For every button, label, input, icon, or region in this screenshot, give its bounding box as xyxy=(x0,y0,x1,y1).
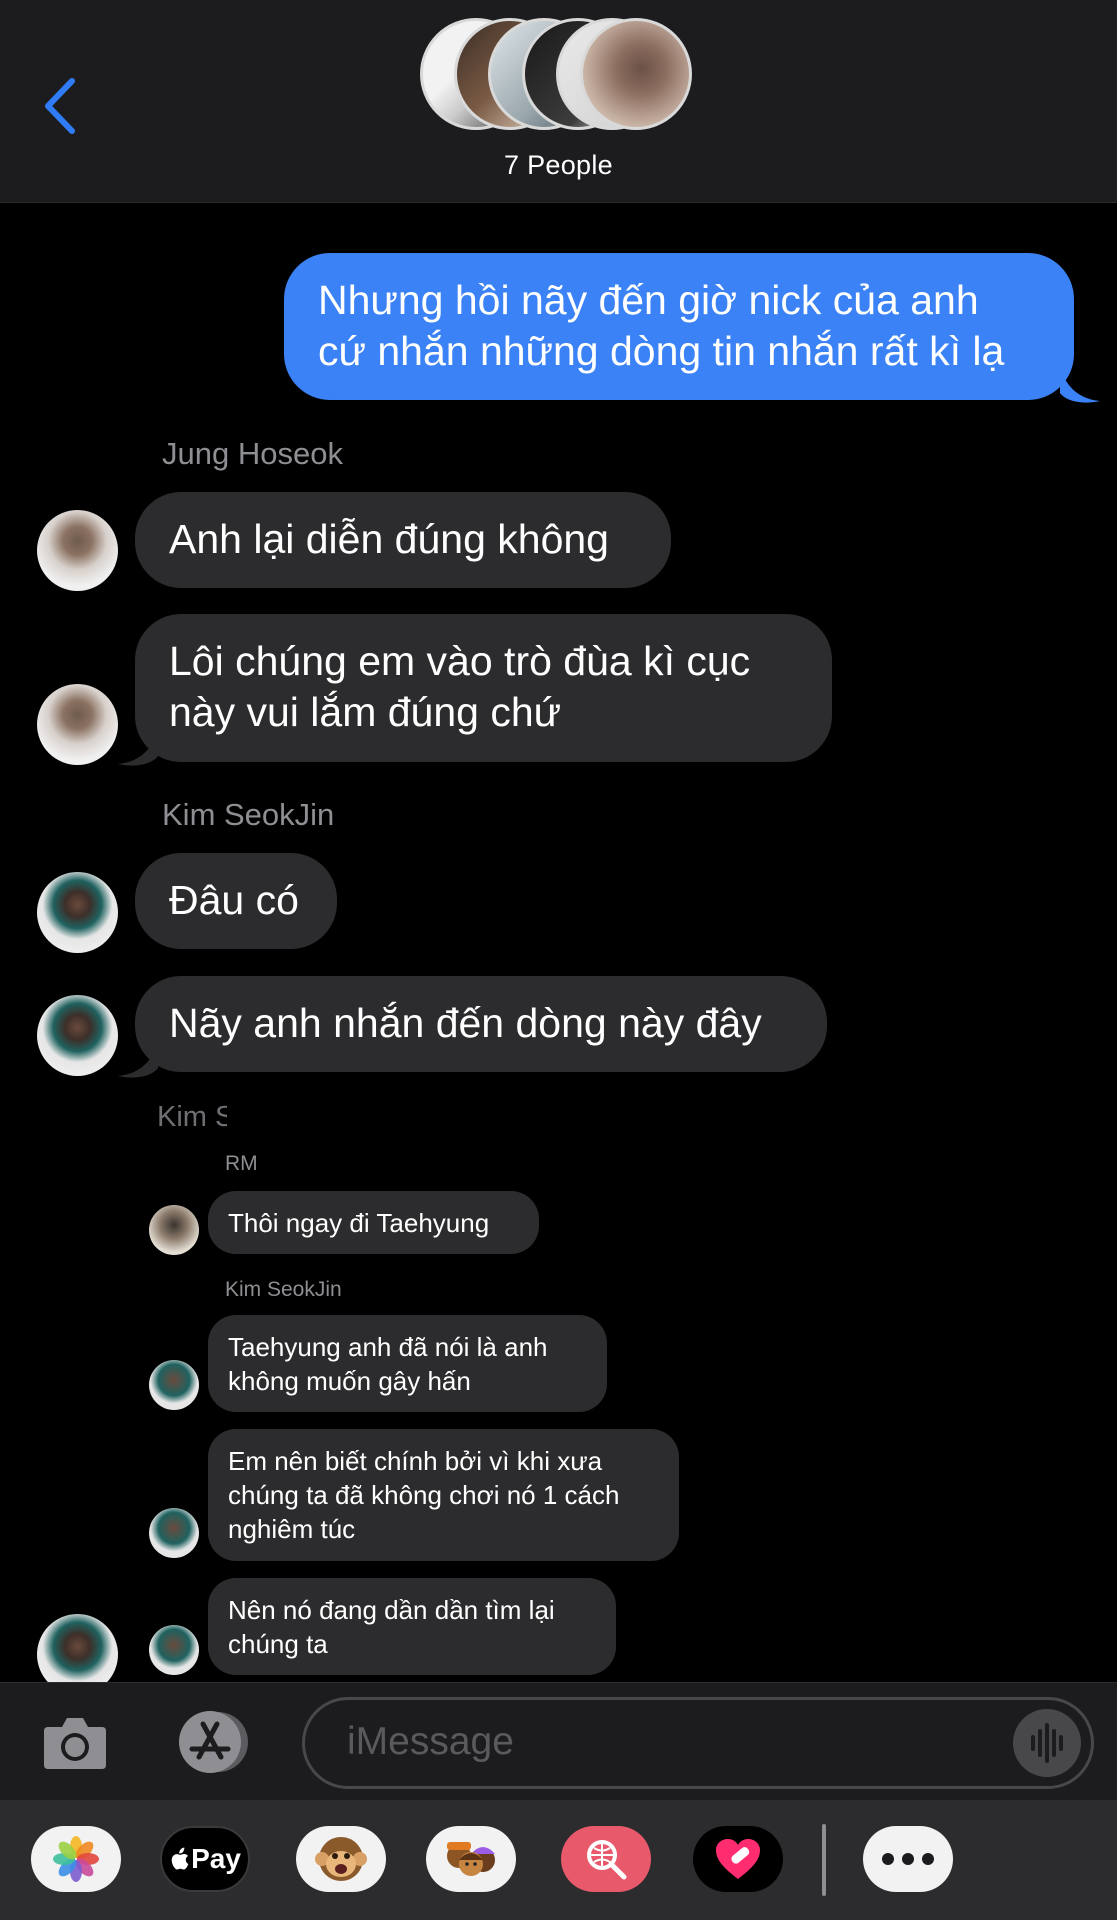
seokjin-avatar xyxy=(149,1625,199,1675)
more-icon xyxy=(882,1853,934,1865)
rm-avatar xyxy=(149,1205,199,1255)
embedded-screenshot[interactable]: RM Thôi ngay đi Taehyung Kim SeokJin Tae… xyxy=(140,1090,1117,1680)
seokjin-avatar[interactable] xyxy=(37,995,118,1076)
audio-waveform-icon xyxy=(1031,1723,1063,1763)
message-text-line: Lôi chúng em vào trò đùa kì cục xyxy=(169,638,751,684)
message-text: Nãy anh nhắn đến dòng này đây xyxy=(169,1000,762,1046)
audio-record-button[interactable] xyxy=(1013,1709,1081,1777)
bubble-tail xyxy=(1060,365,1100,403)
camera-button[interactable] xyxy=(42,1713,108,1771)
message-text-line: Nên nó đang dần dần tìm lại xyxy=(228,1595,555,1625)
bubble-tail xyxy=(118,728,158,766)
received-message-bubble: Taehyung anh đã nói là anh không muốn gâ… xyxy=(208,1315,607,1412)
app-store-button[interactable] xyxy=(170,1709,258,1775)
sender-name: Kim SeokJin xyxy=(225,1278,342,1301)
image-search-icon xyxy=(587,1840,627,1880)
group-avatars[interactable] xyxy=(420,18,700,133)
message-text-line: này vui lắm đúng chứ xyxy=(169,689,562,735)
app-store-icon xyxy=(179,1711,248,1773)
drawer-separator xyxy=(822,1824,826,1896)
seokjin-avatar xyxy=(149,1508,199,1558)
message-text: Thôi ngay đi Taehyung xyxy=(228,1208,490,1238)
app-drawer: Pay xyxy=(0,1800,1117,1920)
animoji-icon xyxy=(315,1837,367,1881)
message-text-line: cứ nhắn những dòng tin nhắn rất kì lạ xyxy=(318,328,1005,374)
memoji-button[interactable] xyxy=(426,1826,516,1892)
received-message-bubble[interactable]: Nãy anh nhắn đến dòng này đây xyxy=(135,976,827,1072)
hoseok-avatar[interactable] xyxy=(37,684,118,765)
message-text: Anh lại diễn đúng không xyxy=(169,516,609,562)
more-apps-button[interactable] xyxy=(863,1826,953,1892)
message-text-line: Em nên biết chính bởi vì khi xưa xyxy=(228,1446,603,1476)
sent-message-bubble[interactable]: Nhưng hồi nãy đến giờ nick của anh cứ nh… xyxy=(284,253,1074,400)
received-message-bubble[interactable]: Lôi chúng em vào trò đùa kì cục này vui … xyxy=(135,614,832,762)
received-message-bubble[interactable]: Đâu có xyxy=(135,853,337,949)
back-button[interactable] xyxy=(40,75,84,137)
sender-name: Jung Hoseok xyxy=(162,436,343,471)
received-message-bubble: Nên nó đang dần dần tìm lại chúng ta xyxy=(208,1578,616,1675)
apple-pay-label: Pay xyxy=(191,1843,241,1874)
digital-touch-icon xyxy=(716,1839,760,1879)
received-message-bubble: Thôi ngay đi Taehyung xyxy=(208,1191,539,1254)
conversation-header: 7 People xyxy=(0,0,1117,203)
member-avatar xyxy=(580,18,692,130)
message-text-line: chúng ta xyxy=(228,1629,328,1659)
message-text-line: không muốn gây hấn xyxy=(228,1366,471,1396)
input-placeholder: iMessage xyxy=(347,1720,514,1763)
seokjin-avatar xyxy=(149,1360,199,1410)
received-message-bubble[interactable]: Anh lại diễn đúng không xyxy=(135,492,671,588)
message-text-line: Taehyung anh đã nói là anh xyxy=(228,1332,548,1362)
camera-icon xyxy=(44,1718,106,1769)
memoji-icon xyxy=(447,1842,495,1876)
received-message-bubble: Em nên biết chính bởi vì khi xưa chúng t… xyxy=(208,1429,679,1561)
message-text-line: nghiêm túc xyxy=(228,1514,356,1544)
apple-pay-button[interactable]: Pay xyxy=(160,1826,250,1892)
seokjin-avatar[interactable] xyxy=(37,872,118,953)
apple-pay-icon xyxy=(171,1847,189,1870)
imessage-input[interactable]: iMessage xyxy=(302,1697,1094,1789)
image-search-button[interactable] xyxy=(561,1826,651,1892)
chevron-left-icon xyxy=(45,78,75,134)
photos-icon xyxy=(53,1836,99,1882)
animoji-button[interactable] xyxy=(296,1826,386,1892)
compose-bar: iMessage xyxy=(0,1682,1117,1800)
message-text-line: chúng ta đã không chơi nó 1 cách xyxy=(228,1480,620,1510)
message-text-line: Nhưng hồi nãy đến giờ nick của anh xyxy=(318,277,979,323)
bubble-tail xyxy=(118,1040,158,1078)
sender-name: Kim SeokJin xyxy=(162,797,335,832)
hoseok-avatar[interactable] xyxy=(37,510,118,591)
sender-name: RM xyxy=(225,1152,258,1175)
digital-touch-button[interactable] xyxy=(693,1826,783,1892)
message-text: Đâu có xyxy=(169,877,299,923)
group-title[interactable]: 7 People xyxy=(0,150,1117,181)
photos-app-button[interactable] xyxy=(31,1826,121,1892)
